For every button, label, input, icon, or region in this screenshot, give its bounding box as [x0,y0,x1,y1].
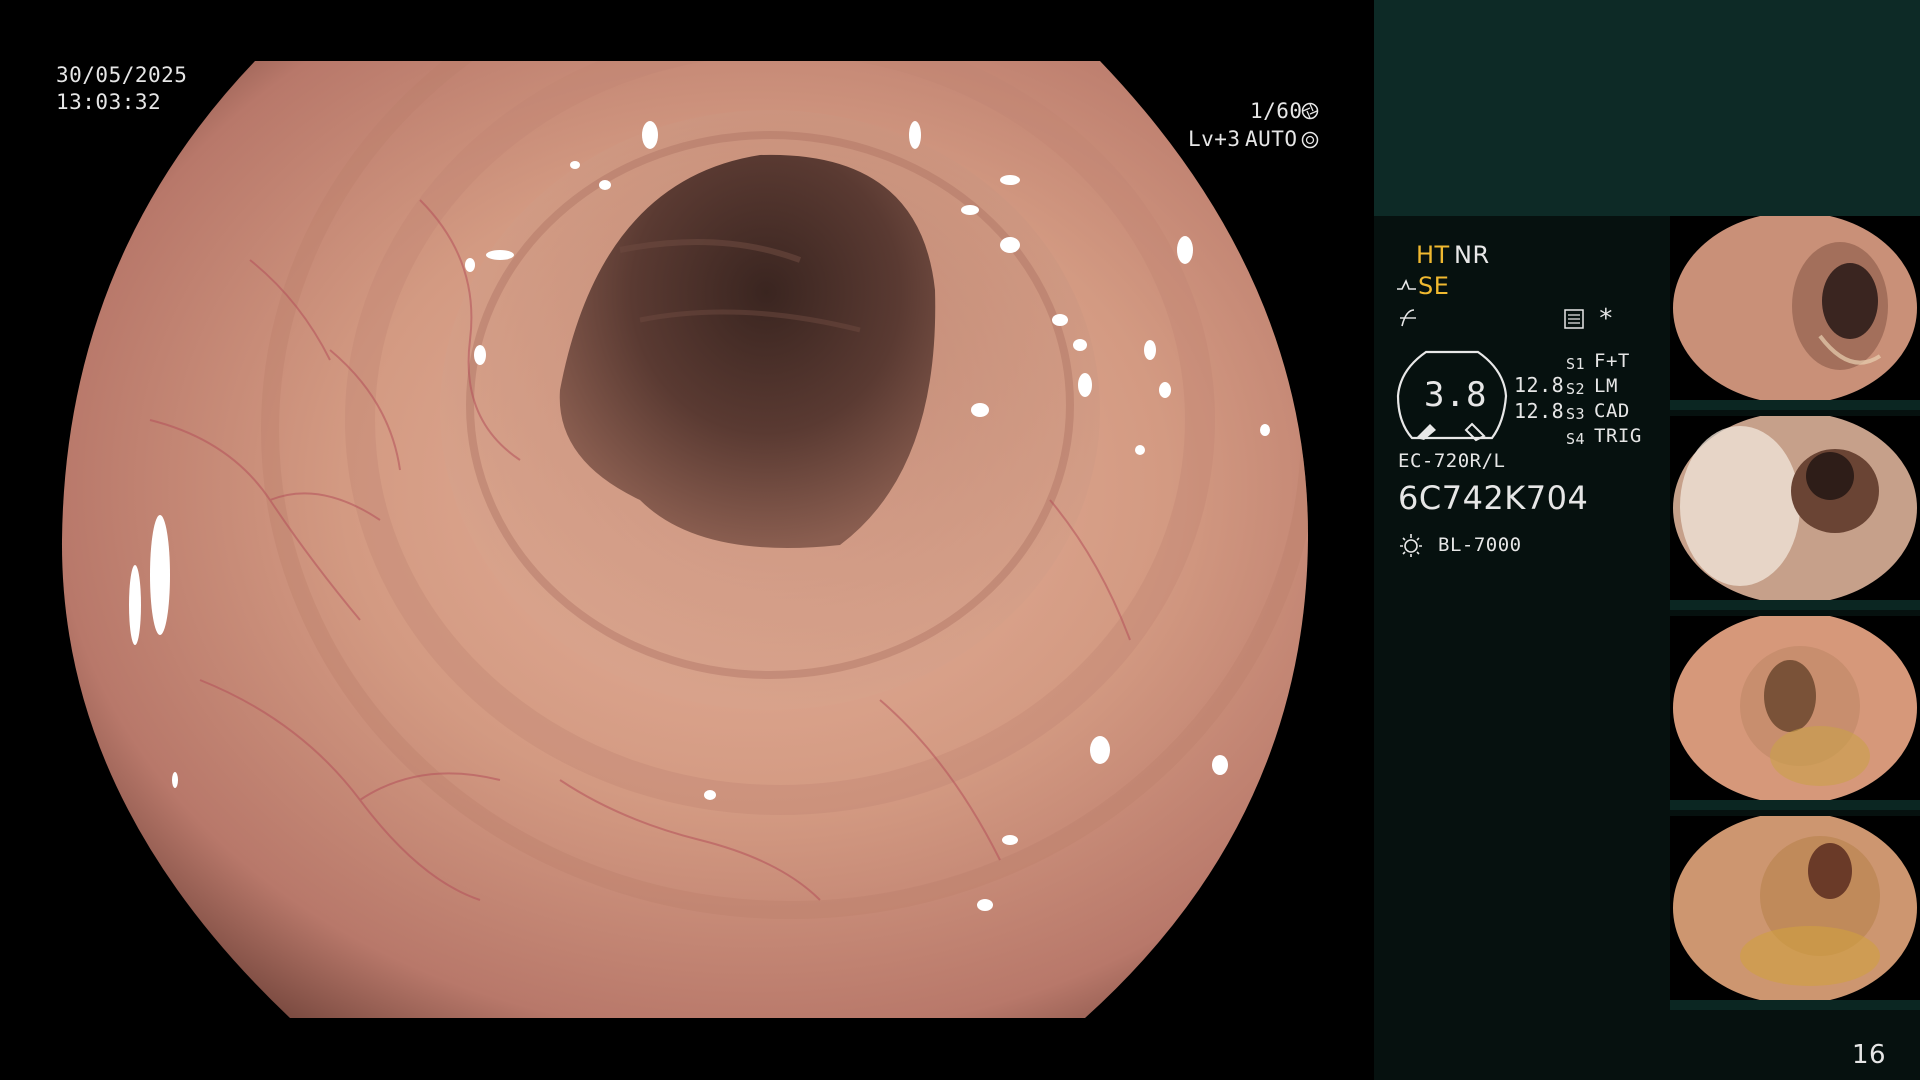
memory-icon [1563,308,1585,330]
colon-lumen-image [61,61,1309,1018]
exposure-level-text: Lv+3 [1188,127,1241,151]
thumbnail-3[interactable] [1670,616,1920,810]
thumbnail-image [1673,616,1917,804]
scope-left-value: 12.8 [1514,373,1565,397]
switch-s3-value: CAD [1594,400,1630,422]
switch-s2-key: S2 [1566,380,1586,398]
thumbnail-1[interactable] [1670,216,1920,410]
scope-right-value: 12.8 [1514,399,1565,423]
aperture-icon [1301,102,1319,120]
star-mark: * [1598,304,1615,334]
switch-s1-value: F+T [1594,350,1630,372]
structure-enhance-icon [1396,277,1418,295]
gamma-curve-icon [1398,308,1418,328]
scope-model: EC-720R/L [1398,450,1506,472]
se-label: SE [1418,272,1450,300]
thumbnail-2[interactable] [1670,416,1920,610]
light-source-icon [1398,532,1424,558]
page-number: 16 [1852,1040,1887,1070]
switch-s1-key: S1 [1566,355,1586,373]
ht-label: HT [1416,241,1450,269]
nr-label: NR [1454,241,1490,269]
panel-header [1374,0,1920,216]
thumbnail-image [1673,216,1917,404]
date-text: 30/05/2025 [56,63,188,87]
info-side-panel: HT NR SE * 3.8 12.8 12.8 S1 F+T S2 LM S3… [1374,0,1920,1080]
switch-s4-key: S4 [1566,430,1586,448]
thumbnail-image [1673,416,1917,604]
scope-value: 3.8 [1424,375,1487,415]
thumbnail-image [1673,816,1917,1004]
thumbnail-4[interactable] [1670,816,1920,1010]
iris-icon [1301,131,1319,149]
exposure-mode-text: AUTO [1245,127,1298,151]
switch-s2-value: LM [1594,375,1618,397]
time-text: 13:03:32 [56,90,162,114]
switch-s4-value: TRIG [1594,425,1642,447]
switch-s3-key: S3 [1566,405,1586,423]
light-source-model: BL-7000 [1438,534,1522,556]
shutter-text: 1/60 [1250,99,1303,123]
scope-serial: 6C742K704 [1398,479,1589,517]
endoscope-main-view: 30/05/2025 13:03:32 1/60 Lv+3 AUTO [0,0,1374,1080]
